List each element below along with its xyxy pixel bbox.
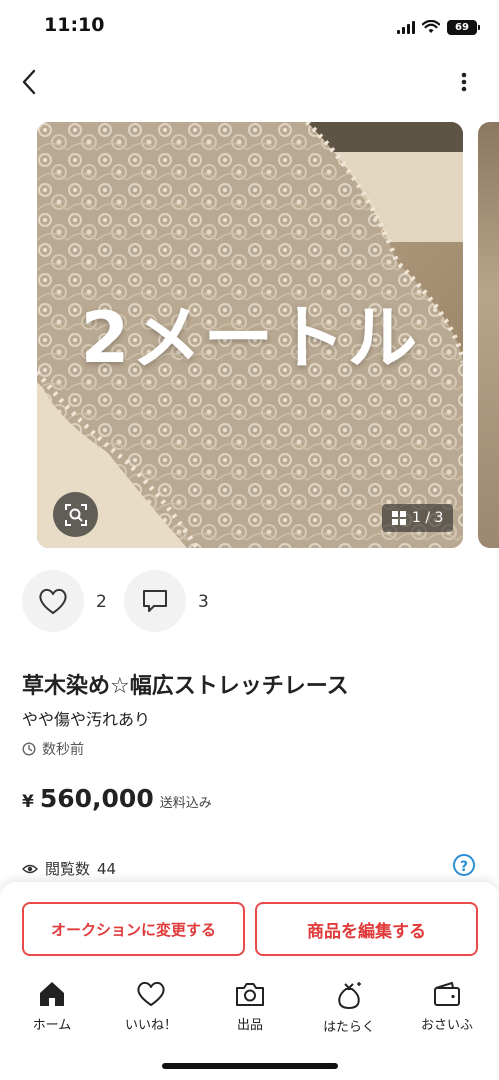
home-indicator (162, 1063, 338, 1069)
home-icon (40, 982, 64, 1006)
help-button[interactable]: ? (453, 854, 475, 876)
change-to-auction-button[interactable]: オークションに変更する (22, 902, 245, 956)
tab-wallet[interactable]: おさいふ (407, 980, 487, 1033)
item-price: 560,000 (39, 784, 154, 813)
tab-likes[interactable]: いいね！ (111, 980, 191, 1033)
back-button[interactable] (14, 62, 44, 102)
tab-likes-label: いいね！ (124, 1018, 177, 1033)
image-counter-text: 1 / 3 (412, 510, 444, 526)
wallet-icon (434, 982, 460, 1006)
tab-work[interactable]: はたらく (309, 980, 389, 1035)
money-bag-icon (338, 982, 361, 1009)
item-title: 草木染め☆幅広ストレッチレース (22, 674, 349, 699)
product-image[interactable]: 2メートル (37, 122, 463, 548)
tab-work-label: はたらく (323, 1020, 375, 1035)
like-button[interactable] (22, 570, 84, 632)
eye-icon (22, 864, 38, 873)
edit-item-button[interactable]: 商品を編集する (255, 902, 478, 956)
clock-icon (22, 742, 36, 756)
heart-icon (39, 588, 67, 614)
more-options-button[interactable] (449, 64, 479, 100)
zoom-search-button[interactable] (53, 492, 98, 537)
image-overlay-text: 2メートル (80, 297, 420, 379)
views-label: 閲覧数 (45, 860, 91, 878)
wifi-icon (422, 20, 440, 33)
chevron-left-icon (22, 69, 36, 95)
camera-icon (236, 983, 264, 1006)
next-image-peek[interactable] (478, 122, 499, 548)
tab-home[interactable]: ホーム (12, 980, 92, 1033)
tab-sell-label: 出品 (236, 1018, 263, 1033)
view-count: 閲覧数 44 (22, 858, 116, 879)
more-vertical-icon (461, 72, 467, 92)
currency-symbol: ¥ (22, 792, 34, 812)
status-time: 11:10 (44, 14, 105, 36)
posted-time: 数秒前 (22, 739, 84, 759)
signal-icon (397, 20, 415, 34)
like-count: 2 (96, 592, 107, 612)
tab-wallet-label: おさいふ (420, 1018, 473, 1033)
comment-button[interactable] (124, 570, 186, 632)
posted-time-text: 数秒前 (42, 742, 84, 758)
battery-icon: 69 (447, 19, 480, 35)
views-number: 44 (97, 859, 117, 878)
image-search-icon (64, 503, 87, 526)
image-counter: 1 / 3 (382, 504, 454, 532)
price-row: ¥ 560,000 送料込み (22, 784, 212, 813)
shipping-info: 送料込み (159, 796, 212, 811)
item-condition: やや傷や汚れあり (22, 710, 151, 729)
tab-home-label: ホーム (32, 1018, 72, 1033)
status-icons: 69 (397, 17, 480, 37)
tab-sell[interactable]: 出品 (210, 980, 290, 1033)
grid-icon (392, 511, 406, 525)
heart-icon (137, 981, 165, 1006)
comment-icon (143, 590, 167, 612)
comment-count: 3 (198, 592, 209, 612)
